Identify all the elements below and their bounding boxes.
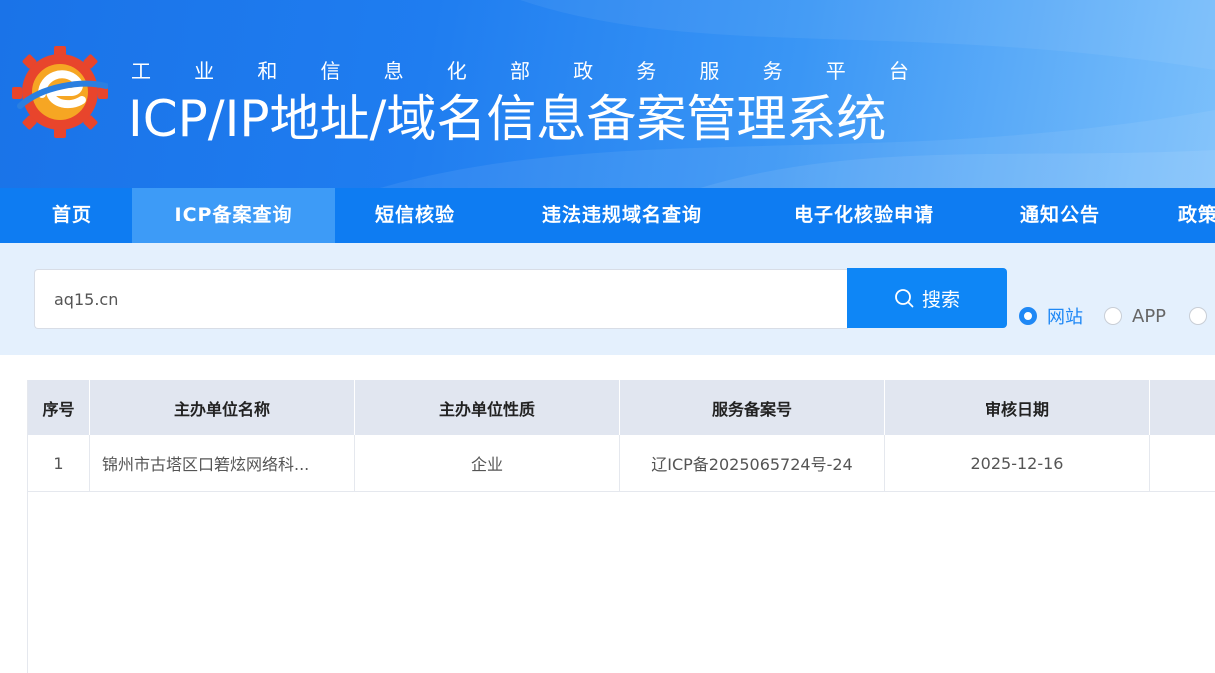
search-panel: 搜索 网站 APP <box>0 243 1215 355</box>
subtitle-char: 平 <box>825 59 846 83</box>
page-title: ICP/IP地址/域名信息备案管理系统 <box>128 90 887 148</box>
header-subtitle: 工业和信息化部政务服务平台 <box>130 58 910 84</box>
column-header-review-date: 审核日期 <box>885 380 1150 435</box>
nav-item-sms-verify[interactable]: 短信核验 <box>345 188 485 243</box>
column-header-license-no: 服务备案号 <box>620 380 885 435</box>
subtitle-char: 业 <box>194 59 215 83</box>
subtitle-char: 务 <box>636 59 657 83</box>
subtitle-char: 工 <box>131 59 151 83</box>
subtitle-char: 信 <box>320 59 341 83</box>
nav-item-e-verify-apply[interactable]: 电子化核验申请 <box>760 188 968 243</box>
main-nav: 首页 ICP备案查询 短信核验 违法违规域名查询 电子化核验申请 通知公告 政策 <box>0 188 1215 243</box>
column-header-index: 序号 <box>28 380 90 435</box>
search-icon <box>895 289 914 308</box>
search-button[interactable]: 搜索 <box>847 268 1007 328</box>
radio-unchecked-icon <box>1104 307 1122 325</box>
results-table: 序号 主办单位名称 主办单位性质 服务备案号 审核日期 1 锦州市古塔区口箬炫网… <box>27 380 1215 673</box>
nav-item-illegal-domain-query[interactable]: 违法违规域名查询 <box>505 188 739 243</box>
subtitle-char: 务 <box>762 59 783 83</box>
radio-checked-icon <box>1019 307 1037 325</box>
subtitle-char: 政 <box>573 59 594 83</box>
radio-unchecked-icon <box>1189 307 1207 325</box>
cell-org-type: 企业 <box>355 435 620 491</box>
table-row[interactable]: 1 锦州市古塔区口箬炫网络科... 企业 辽ICP备2025065724号-24… <box>28 435 1215 492</box>
site-header: 工 业 和 信 息 化 部 政 务 服 务 平 台 ICP/IP地址/域名信息备案管理系统 <box>0 0 1215 188</box>
cell-extra <box>1150 435 1215 491</box>
search-button-label: 搜索 <box>921 288 960 311</box>
cell-review-date: 2025-12-16 <box>885 435 1150 491</box>
radio-other[interactable] <box>1189 304 1215 328</box>
nav-item-home[interactable]: 首页 <box>12 188 132 243</box>
radio-label-app: APP <box>1132 305 1167 327</box>
cell-index: 1 <box>28 435 90 491</box>
radio-app[interactable]: APP <box>1104 304 1166 328</box>
radio-website[interactable]: 网站 <box>1019 304 1083 328</box>
radio-label-website: 网站 <box>1047 307 1083 328</box>
table-header: 序号 主办单位名称 主办单位性质 服务备案号 审核日期 <box>28 380 1215 435</box>
nav-item-icp-query[interactable]: ICP备案查询 <box>132 188 335 243</box>
subtitle-char: 息 <box>383 59 404 83</box>
nav-item-policy[interactable]: 政策 <box>1160 188 1215 243</box>
subtitle-char: 服 <box>699 59 720 83</box>
subtitle-char: 台 <box>888 59 909 83</box>
column-header-org-name: 主办单位名称 <box>90 380 355 435</box>
column-header-extra <box>1150 380 1215 435</box>
subtitle-char: 部 <box>509 59 530 83</box>
cell-license-no: 辽ICP备2025065724号-24 <box>620 435 885 491</box>
cell-org-name: 锦州市古塔区口箬炫网络科... <box>90 435 355 491</box>
subtitle-char: 和 <box>257 59 278 83</box>
column-header-org-type: 主办单位性质 <box>355 380 620 435</box>
subtitle-char: 化 <box>446 59 467 83</box>
miit-logo-icon <box>12 46 108 138</box>
nav-item-notices[interactable]: 通知公告 <box>990 188 1130 243</box>
search-input[interactable] <box>34 269 848 329</box>
